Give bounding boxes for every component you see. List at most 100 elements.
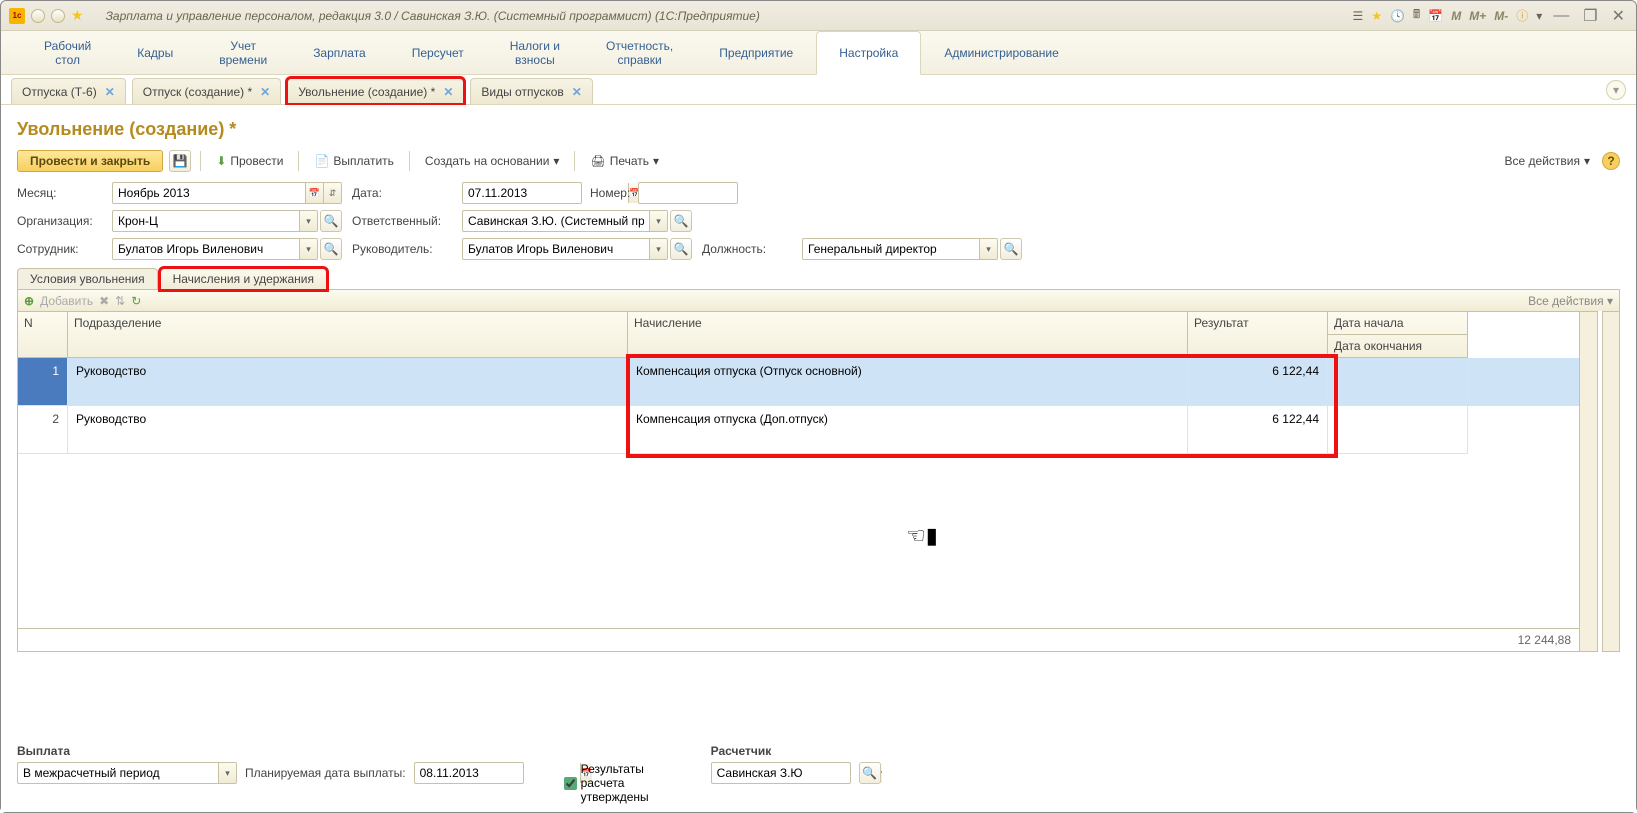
chevron-down-icon[interactable]: ▾	[649, 239, 667, 259]
post-and-close-button[interactable]: Провести и закрыть	[17, 150, 163, 172]
nav-taxes[interactable]: Налоги ивзносы	[487, 31, 583, 74]
tab-charges[interactable]: Начисления и удержания	[160, 268, 327, 290]
col-n[interactable]: N	[18, 312, 68, 358]
main-nav: Рабочийстол Кадры Учетвремени Зарплата П…	[1, 31, 1636, 75]
bottom-panel: Выплата ▾ Планируемая дата выплаты: 📅 Ре…	[17, 744, 1620, 804]
chevron-down-icon[interactable]: ▾	[299, 239, 317, 259]
nav-back-button[interactable]	[31, 9, 45, 23]
lookup-button[interactable]: 🔍	[320, 210, 342, 232]
toolbar-generic-icon[interactable]: ☰	[1353, 9, 1364, 23]
resp-label: Ответственный:	[352, 214, 452, 228]
col-dates[interactable]: Дата начала Дата окончания	[1328, 312, 1468, 358]
tab-otpuska-t6[interactable]: Отпуска (Т-6)✕	[11, 78, 126, 104]
org-input[interactable]: ▾	[112, 210, 318, 232]
toolbar-icon[interactable]: ⇅	[115, 294, 125, 308]
toolbar-calendar-icon[interactable]: 📅	[1428, 9, 1443, 23]
favorites-icon[interactable]: ★	[71, 7, 84, 24]
col-result[interactable]: Результат	[1188, 312, 1328, 358]
tab-otpusk-create[interactable]: Отпуск (создание) *✕	[132, 78, 281, 104]
nav-settings[interactable]: Настройка	[816, 31, 921, 75]
col-dept[interactable]: Подразделение	[68, 312, 628, 358]
create-based-on-button[interactable]: Создать на основании▾	[419, 152, 566, 170]
document-tabs: Отпуска (Т-6)✕ Отпуск (создание) *✕ Увол…	[1, 75, 1636, 105]
lookup-button[interactable]: 🔍	[670, 238, 692, 260]
col-charge[interactable]: Начисление	[628, 312, 1188, 358]
post-button[interactable]: ⬇Провести	[210, 152, 289, 170]
add-button[interactable]: Добавить	[40, 294, 93, 308]
table-row[interactable]: 1 Руководство Компенсация отпуска (Отпус…	[18, 358, 1579, 406]
position-label: Должность:	[702, 242, 792, 256]
refresh-icon[interactable]: ↻	[131, 294, 141, 308]
table-toolbar: ⊕ Добавить ✖ ⇅ ↻ Все действия ▾	[17, 289, 1620, 311]
minimize-button[interactable]: —	[1550, 7, 1572, 25]
nav-salary[interactable]: Зарплата	[290, 31, 389, 74]
manager-input[interactable]: ▾	[462, 238, 668, 260]
help-button[interactable]: ?	[1602, 152, 1620, 170]
table-scrollbar[interactable]	[1580, 311, 1598, 652]
stepper-icon[interactable]: ⇵	[323, 183, 341, 203]
approved-checkbox[interactable]: Результаты расчета утверждены	[564, 762, 671, 804]
date-input[interactable]: 📅	[462, 182, 582, 204]
chevron-down-icon[interactable]: ▾	[979, 239, 997, 259]
nav-persuchet[interactable]: Персучет	[389, 31, 487, 74]
close-window-button[interactable]: ✕	[1609, 6, 1628, 26]
lookup-button[interactable]: 🔍	[320, 238, 342, 260]
employee-input[interactable]: ▾	[112, 238, 318, 260]
toolbar-star-icon[interactable]: ★	[1371, 9, 1382, 23]
save-button[interactable]: 💾	[169, 150, 191, 172]
manager-label: Руководитель:	[352, 242, 452, 256]
close-icon[interactable]: ✕	[105, 85, 115, 99]
toolbar-calc-icon[interactable]: 🖩	[1413, 5, 1420, 26]
close-icon[interactable]: ✕	[443, 85, 453, 99]
nav-kadry[interactable]: Кадры	[114, 31, 196, 74]
nav-enterprise[interactable]: Предприятие	[696, 31, 816, 74]
charges-table: N Подразделение Начисление Результат Дат…	[17, 311, 1580, 652]
calc-input[interactable]: ▾	[711, 762, 851, 784]
employee-label: Сотрудник:	[17, 242, 102, 256]
add-icon[interactable]: ⊕	[24, 294, 34, 308]
m-button[interactable]: M	[1451, 9, 1461, 23]
panel-scrollbar[interactable]	[1602, 311, 1620, 652]
plan-date-input[interactable]: 📅	[414, 762, 524, 784]
nav-reports[interactable]: Отчетность,справки	[583, 31, 696, 74]
number-input[interactable]	[638, 182, 738, 204]
nav-forward-button[interactable]	[51, 9, 65, 23]
nav-time[interactable]: Учетвремени	[196, 31, 290, 74]
month-label: Месяц:	[17, 186, 102, 200]
tabs-overflow-button[interactable]: ▾	[1606, 80, 1626, 100]
document-toolbar: Провести и закрыть 💾 ⬇Провести 📄Выплатит…	[17, 150, 1620, 172]
position-input[interactable]: ▾	[802, 238, 998, 260]
tab-uvolnenie-create[interactable]: Увольнение (создание) *✕	[287, 78, 464, 104]
lookup-button[interactable]: 🔍	[1000, 238, 1022, 260]
nav-admin[interactable]: Администрирование	[921, 31, 1081, 74]
all-actions-button[interactable]: Все действия▾	[1499, 152, 1597, 170]
resp-input[interactable]: ▾	[462, 210, 668, 232]
pay-button[interactable]: 📄Выплатить	[308, 152, 399, 170]
month-input[interactable]: 📅 ⇵	[112, 182, 342, 204]
info-icon[interactable]: ⓘ	[1516, 7, 1528, 24]
all-actions-button[interactable]: Все действия ▾	[1528, 294, 1613, 308]
close-icon[interactable]: ✕	[572, 85, 582, 99]
titlebar: 1c ★ Зарплата и управление персоналом, р…	[1, 1, 1636, 31]
tab-vidy-otpuskov[interactable]: Виды отпусков✕	[470, 78, 592, 104]
lookup-button[interactable]: 🔍	[670, 210, 692, 232]
chevron-down-icon[interactable]: ▾	[649, 211, 667, 231]
print-button[interactable]: 🖨Печать▾	[584, 152, 665, 170]
m-plus-button[interactable]: M+	[1469, 9, 1486, 23]
payment-period-input[interactable]: ▾	[17, 762, 237, 784]
chevron-down-icon[interactable]: ▾	[299, 211, 317, 231]
window-title: Зарплата и управление персоналом, редакц…	[106, 9, 760, 23]
nav-desktop[interactable]: Рабочийстол	[21, 31, 114, 74]
calc-header: Расчетчик	[711, 744, 881, 758]
tab-conditions[interactable]: Условия увольнения	[17, 268, 158, 290]
maximize-button[interactable]: ❐	[1580, 6, 1600, 26]
toolbar-history-icon[interactable]: 🕓	[1390, 9, 1405, 23]
close-icon[interactable]: ✕	[260, 85, 270, 99]
m-minus-button[interactable]: M-	[1494, 9, 1508, 23]
table-row[interactable]: 2 Руководство Компенсация отпуска (Доп.о…	[18, 406, 1579, 454]
toolbar-icon[interactable]: ✖	[99, 294, 109, 308]
calendar-icon[interactable]: 📅	[305, 183, 323, 203]
chevron-down-icon[interactable]: ▾	[218, 763, 236, 783]
lookup-button[interactable]: 🔍	[859, 762, 881, 784]
dropdown-icon[interactable]: ▾	[1536, 9, 1542, 23]
